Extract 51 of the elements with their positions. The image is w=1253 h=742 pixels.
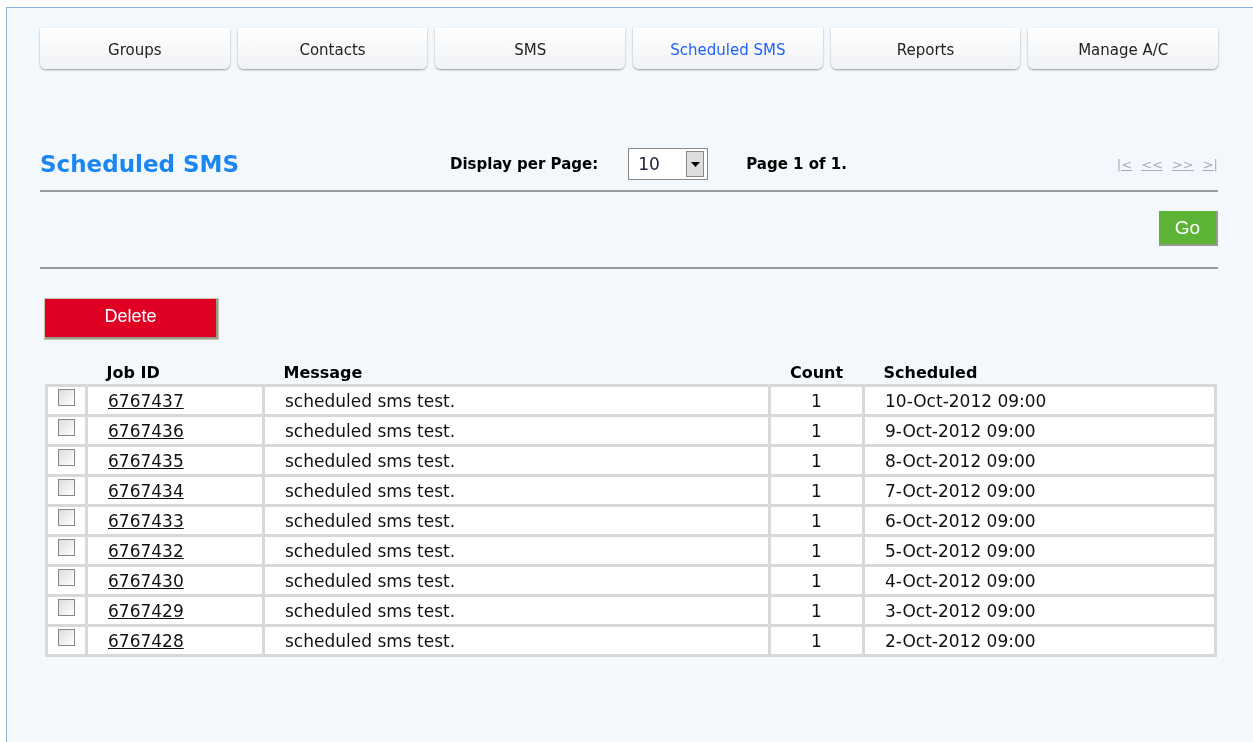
scheduled-time: 4-Oct-2012 09:00 — [885, 570, 1036, 591]
scheduled-time: 3-Oct-2012 09:00 — [885, 600, 1036, 621]
scheduled-time: 8-Oct-2012 09:00 — [885, 450, 1036, 471]
row-checkbox[interactable] — [58, 389, 75, 406]
count-text: 1 — [811, 510, 822, 531]
row-checkbox[interactable] — [58, 569, 75, 586]
row-checkbox[interactable] — [58, 599, 75, 616]
message-text: scheduled sms test. — [285, 450, 456, 471]
count-text: 1 — [811, 390, 822, 411]
message-text: scheduled sms test. — [285, 630, 456, 651]
nav-tab[interactable]: Scheduled SMS — [633, 28, 823, 69]
message-text: scheduled sms test. — [285, 600, 456, 621]
scheduled-time: 6-Oct-2012 09:00 — [885, 510, 1036, 531]
scheduled-time: 5-Oct-2012 09:00 — [885, 540, 1036, 561]
column-header: Message — [283, 363, 363, 382]
count-text: 1 — [811, 600, 822, 621]
row-checkbox[interactable] — [58, 509, 75, 526]
message-text: scheduled sms test. — [285, 420, 456, 441]
nav-tab[interactable]: SMS — [435, 28, 625, 69]
count-text: 1 — [811, 480, 822, 501]
count-text: 1 — [811, 420, 822, 441]
scheduled-time: 10-Oct-2012 09:00 — [885, 390, 1047, 411]
per-page-dropdown[interactable]: 10 — [628, 148, 709, 180]
message-text: scheduled sms test. — [285, 570, 456, 591]
count-text: 1 — [811, 450, 822, 471]
column-header: Scheduled — [883, 363, 978, 382]
per-page-label: Display per Page: — [450, 155, 599, 173]
page-title: Scheduled SMS — [40, 151, 240, 177]
count-text: 1 — [811, 540, 822, 561]
scheduled-time: 2-Oct-2012 09:00 — [885, 630, 1036, 651]
count-text: 1 — [811, 570, 822, 591]
page-info: Page 1 of 1. — [746, 155, 847, 173]
column-header: Job ID — [106, 363, 160, 382]
nav-tab[interactable]: Reports — [830, 28, 1021, 69]
message-text: scheduled sms test. — [285, 480, 456, 501]
column-header: Count — [789, 363, 844, 382]
message-text: scheduled sms test. — [285, 390, 456, 411]
row-checkbox[interactable] — [58, 539, 75, 556]
nav-tab[interactable]: Groups — [40, 28, 230, 69]
nav-tab[interactable]: Manage A/C — [1028, 28, 1219, 69]
scheduled-time: 9-Oct-2012 09:00 — [885, 420, 1036, 441]
row-checkbox[interactable] — [58, 629, 75, 646]
delete-button[interactable]: Delete — [45, 299, 218, 339]
message-text: scheduled sms test. — [285, 510, 456, 531]
nav-tab[interactable]: Contacts — [237, 28, 428, 69]
row-checkbox[interactable] — [58, 479, 75, 496]
row-checkbox[interactable] — [58, 449, 75, 466]
message-text: scheduled sms test. — [285, 540, 456, 561]
scheduled-time: 7-Oct-2012 09:00 — [885, 480, 1036, 501]
count-text: 1 — [811, 630, 822, 651]
row-checkbox[interactable] — [58, 419, 75, 436]
